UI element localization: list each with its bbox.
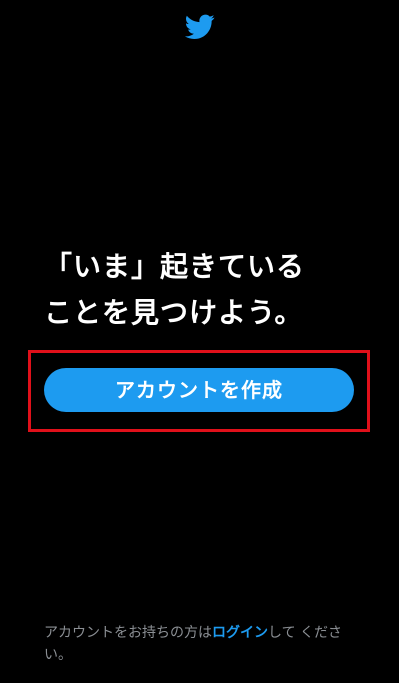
- headline: 「いま」起きている ことを見つけよう。: [44, 244, 364, 336]
- login-link[interactable]: ログイン: [212, 625, 268, 641]
- create-account-button[interactable]: アカウントを作成: [44, 368, 354, 412]
- login-prompt-prefix: アカウントをお持ちの方は: [44, 625, 212, 641]
- headline-line-1: 「いま」起きている: [44, 250, 306, 283]
- headline-line-2: ことを見つけよう。: [44, 296, 304, 329]
- twitter-bird-icon: [185, 14, 215, 40]
- login-prompt: アカウントをお持ちの方はログインして ください。: [44, 622, 359, 666]
- welcome-screen: 「いま」起きている ことを見つけよう。 アカウントを作成 アカウントをお持ちの方…: [0, 0, 399, 683]
